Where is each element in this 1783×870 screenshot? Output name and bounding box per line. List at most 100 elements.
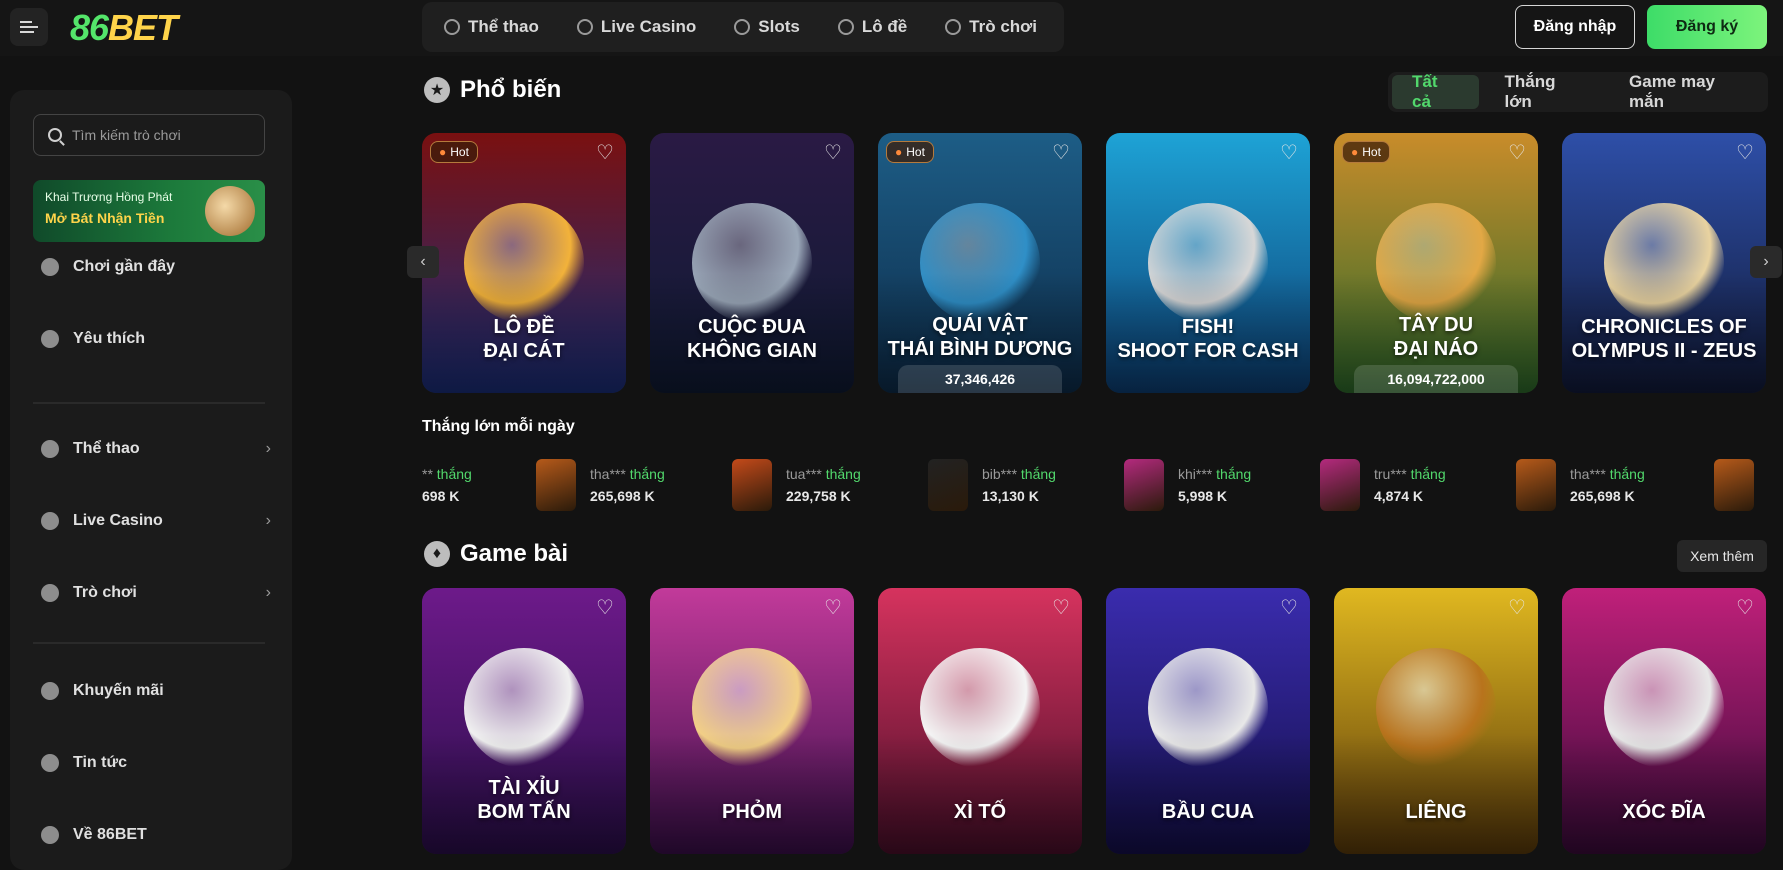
favorite-heart-icon[interactable]: ♡: [1278, 598, 1300, 618]
game-card[interactable]: ♡ LIÊNG: [1334, 588, 1538, 854]
sidebar-item-tin-tuc[interactable]: Tin tức: [41, 754, 271, 772]
logo[interactable]: 86 BET: [70, 6, 178, 50]
chevron-right-icon: ›: [265, 584, 271, 601]
game-card[interactable]: ♡ TÀI XỈU BOM TẤN: [422, 588, 626, 854]
favorite-heart-icon[interactable]: ♡: [594, 143, 616, 163]
nav-item-live-casino[interactable]: Live Casino: [576, 17, 696, 37]
winners-title: Thắng lớn mỗi ngày: [422, 418, 575, 435]
chevron-left-icon: ‹: [420, 253, 426, 270]
hamburger-icon: [20, 21, 38, 33]
game-card[interactable]: ♡ CUỘC ĐUA KHÔNG GIAN: [650, 133, 854, 393]
roulette-icon: [41, 512, 59, 530]
favorite-heart-icon[interactable]: ♡: [1050, 598, 1072, 618]
favorite-heart-icon[interactable]: ♡: [594, 598, 616, 618]
game-card[interactable]: ♡ PHỎM: [650, 588, 854, 854]
win-amount: 265,698 K: [1570, 488, 1635, 504]
favorite-heart-icon[interactable]: ♡: [1734, 143, 1756, 163]
hot-badge: ● Hot: [1342, 141, 1390, 163]
game-card[interactable]: ♡ XÌ TỐ: [878, 588, 1082, 854]
heart-icon: [41, 330, 59, 348]
game-card[interactable]: ● Hot ♡ LÔ ĐỀ ĐẠI CÁT: [422, 133, 626, 393]
favorite-heart-icon[interactable]: ♡: [1278, 143, 1300, 163]
win-amount: 4,874 K: [1374, 488, 1424, 504]
flame-icon: ●: [1351, 145, 1359, 159]
carousel-prev-button[interactable]: ‹: [407, 246, 439, 278]
winner-item[interactable]: [1714, 458, 1754, 512]
winner-item[interactable]: tru*** thắng 4,874 K: [1320, 458, 1446, 512]
game-card[interactable]: ♡ CHRONICLES OF OLYMPUS II - ZEUS: [1562, 133, 1766, 393]
sidebar: Tìm kiếm trò chơi Khai Trương Hồng Phát …: [10, 90, 292, 870]
winner-item[interactable]: tha*** thắng 265,698 K: [536, 458, 665, 512]
nav-item-slots[interactable]: Slots: [734, 17, 800, 37]
game-card[interactable]: ♡ BẦU CUA: [1106, 588, 1310, 854]
win-amount: 229,758 K: [786, 488, 851, 504]
hot-badge: ● Hot: [886, 141, 934, 163]
favorite-heart-icon[interactable]: ♡: [822, 143, 844, 163]
favorite-heart-icon[interactable]: ♡: [1050, 143, 1072, 163]
register-button[interactable]: Đăng ký: [1647, 5, 1767, 49]
lottery-icon: [837, 19, 854, 35]
game-thumbnail: [1714, 459, 1754, 511]
nav-item-the-thao[interactable]: Thể thao: [444, 17, 539, 37]
view-more-button[interactable]: Xem thêm: [1677, 540, 1767, 572]
divider: [33, 642, 265, 644]
flame-icon: ●: [895, 145, 903, 159]
chevron-right-icon: ›: [1763, 253, 1769, 270]
favorite-heart-icon[interactable]: ♡: [1734, 598, 1756, 618]
login-button[interactable]: Đăng nhập: [1515, 5, 1635, 49]
game-card[interactable]: ● Hot ♡ QUÁI VẬT THÁI BÌNH DƯƠNG 37,346,426: [878, 133, 1082, 393]
game-thumbnail: [732, 459, 772, 511]
sidebar-item-khuyen-mai[interactable]: Khuyến mãi: [41, 682, 271, 700]
section-title-card-games: ♦ Game bài: [424, 540, 568, 568]
slot-icon: [734, 19, 751, 35]
sidebar-item-the-thao[interactable]: Thể thao ›: [41, 440, 271, 458]
win-amount: 698 K: [422, 488, 460, 504]
flame-icon: ●: [439, 145, 447, 159]
game-title: CHRONICLES OF OLYMPUS II - ZEUS: [1571, 316, 1757, 362]
winner-item[interactable]: khi*** thắng 5,998 K: [1124, 458, 1251, 512]
section-title-popular: ★ Phổ biến: [424, 76, 561, 104]
sidebar-item-tro-choi[interactable]: Trò chơi ›: [41, 584, 271, 602]
win-amount: 13,130 K: [982, 488, 1039, 504]
nav-item-tro-choi[interactable]: Trò chơi: [945, 17, 1037, 37]
filter-lucky[interactable]: Game may mắn: [1609, 72, 1768, 111]
star-icon: ★: [424, 77, 450, 103]
sidebar-item-recent[interactable]: Chơi gần đây: [41, 258, 271, 276]
winner-item[interactable]: tha*** thắng 265,698 K: [1516, 458, 1645, 512]
hot-badge: ● Hot: [430, 141, 478, 163]
info-icon: [41, 826, 59, 844]
chevron-right-icon: ›: [265, 440, 271, 457]
game-card[interactable]: ♡ FISH! SHOOT FOR CASH: [1106, 133, 1310, 393]
game-thumbnail: [1516, 459, 1556, 511]
jackpot-amount: 37,346,426: [898, 365, 1062, 393]
soccer-ball-icon: [41, 440, 59, 458]
top-bar: 86 BET Thể thao Live Casino Slots Lô đề T…: [0, 0, 1783, 56]
top-nav: Thể thao Live Casino Slots Lô đề Trò chơ…: [422, 2, 1064, 52]
winner-item[interactable]: tua*** thắng 229,758 K: [732, 458, 861, 512]
promo-image: [205, 186, 255, 236]
favorite-heart-icon[interactable]: ♡: [822, 598, 844, 618]
divider: [33, 402, 265, 404]
game-title: TÂY DU ĐẠI NÁO: [1393, 314, 1479, 360]
game-card[interactable]: ♡ XÓC ĐĨA: [1562, 588, 1766, 854]
nav-item-lo-de[interactable]: Lô đề: [837, 17, 907, 37]
favorite-heart-icon[interactable]: ♡: [1506, 143, 1528, 163]
game-card[interactable]: ● Hot ♡ TÂY DU ĐẠI NÁO 16,094,722,000: [1334, 133, 1538, 393]
winner-item[interactable]: ** thắng 698 K: [422, 458, 472, 512]
search-input[interactable]: Tìm kiếm trò chơi: [33, 114, 265, 156]
carousel-next-button[interactable]: ›: [1750, 246, 1782, 278]
filter-all[interactable]: Tất cả: [1392, 72, 1479, 111]
gift-icon: [41, 682, 59, 700]
filter-big-win[interactable]: Thắng lớn: [1485, 72, 1604, 111]
favorite-heart-icon[interactable]: ♡: [1506, 598, 1528, 618]
news-icon: [41, 754, 59, 772]
promo-banner[interactable]: Khai Trương Hồng Phát Mở Bát Nhận Tiền: [33, 180, 265, 242]
sidebar-item-about[interactable]: Về 86BET: [41, 826, 271, 844]
sidebar-item-favorites[interactable]: Yêu thích: [41, 330, 271, 348]
game-thumbnail: [536, 459, 576, 511]
sidebar-item-live-casino[interactable]: Live Casino ›: [41, 512, 271, 530]
winner-item[interactable]: bib*** thắng 13,130 K: [928, 458, 1056, 512]
jackpot-amount: 16,094,722,000: [1354, 365, 1518, 393]
game-icon: [945, 19, 962, 35]
menu-button[interactable]: [10, 8, 48, 46]
